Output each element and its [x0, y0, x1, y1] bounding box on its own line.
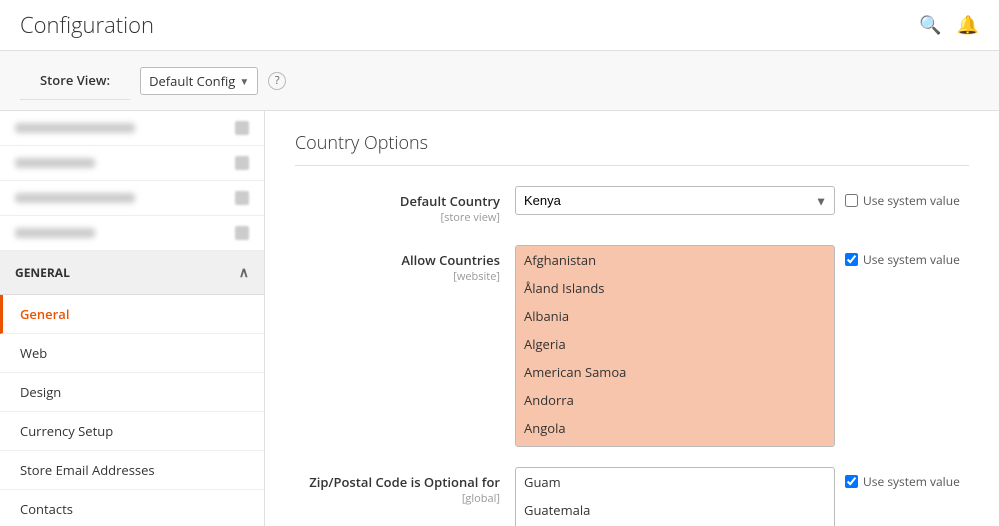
- blurred-text-4: [15, 228, 95, 238]
- allow-countries-label: Allow Countries: [295, 251, 500, 269]
- sidebar-item-contacts[interactable]: Contacts: [0, 490, 264, 526]
- allow-countries-use-system-label: Use system value: [863, 251, 960, 268]
- list-item[interactable]: Afghanistan: [516, 246, 834, 274]
- zip-optional-label: Zip/Postal Code is Optional for: [295, 473, 500, 491]
- zip-optional-label-group: Zip/Postal Code is Optional for [global]: [295, 467, 515, 506]
- blurred-icon-3: [235, 191, 249, 205]
- allow-countries-controls: Afghanistan Åland Islands Albania Algeri…: [515, 245, 969, 447]
- blurred-icon-2: [235, 156, 249, 170]
- list-item[interactable]: Angola: [516, 414, 834, 442]
- sidebar-section-label: GENERAL: [15, 264, 70, 281]
- list-item[interactable]: Guam: [516, 468, 834, 496]
- zip-optional-controls: Guam Guatemala Guernsey Guinea Guinea-Bi…: [515, 467, 969, 526]
- blurred-text-1: [15, 123, 135, 133]
- allow-countries-use-system-value[interactable]: Use system value: [845, 245, 960, 268]
- allow-countries-list-inner[interactable]: Afghanistan Åland Islands Albania Algeri…: [516, 246, 834, 446]
- sidebar-blurred-item-2: [0, 146, 264, 181]
- default-country-use-system-label: Use system value: [863, 192, 960, 209]
- page-title: Configuration: [20, 10, 154, 40]
- list-item[interactable]: Andorra: [516, 386, 834, 414]
- zip-optional-row: Zip/Postal Code is Optional for [global]…: [295, 467, 969, 526]
- blurred-text-2: [15, 158, 95, 168]
- allow-countries-sub-label: [website]: [295, 269, 500, 284]
- sidebar-item-general[interactable]: General: [0, 295, 264, 334]
- default-country-sub-label: [store view]: [295, 210, 500, 225]
- allow-countries-checkbox[interactable]: [845, 253, 858, 266]
- store-view-dropdown[interactable]: Default Config ▼: [140, 67, 258, 95]
- default-country-label: Default Country: [295, 192, 500, 210]
- allow-countries-multiselect: Afghanistan Åland Islands Albania Algeri…: [515, 245, 835, 447]
- content-area: Country Options Default Country [store v…: [265, 111, 999, 526]
- store-view-label: Store View:: [20, 61, 130, 100]
- list-item[interactable]: Guatemala: [516, 496, 834, 524]
- sidebar-item-design[interactable]: Design: [0, 373, 264, 412]
- list-item[interactable]: American Samoa: [516, 358, 834, 386]
- sidebar: GENERAL ∧ General Web Design Currency Se…: [0, 111, 265, 526]
- top-header: Configuration 🔍 🔔: [0, 0, 999, 51]
- search-icon[interactable]: 🔍: [919, 13, 941, 37]
- zip-optional-use-system-value[interactable]: Use system value: [845, 467, 960, 490]
- sidebar-blurred-item-3: [0, 181, 264, 216]
- section-title: Country Options: [295, 131, 969, 166]
- blurred-icon-4: [235, 226, 249, 240]
- default-country-use-system-value[interactable]: Use system value: [845, 186, 960, 209]
- default-country-checkbox[interactable]: [845, 194, 858, 207]
- zip-optional-dropdown[interactable]: Guam Guatemala Guernsey Guinea Guinea-Bi…: [515, 467, 835, 526]
- allow-countries-list[interactable]: Afghanistan Åland Islands Albania Algeri…: [515, 245, 835, 447]
- zip-optional-use-system-label: Use system value: [863, 473, 960, 490]
- list-item[interactable]: Åland Islands: [516, 274, 834, 302]
- list-item[interactable]: Algeria: [516, 330, 834, 358]
- blurred-text-3: [15, 193, 135, 203]
- default-country-select-wrapper: Kenya Afghanistan Albania United States …: [515, 186, 835, 215]
- default-country-select[interactable]: Kenya Afghanistan Albania United States: [515, 186, 835, 215]
- zip-optional-dropdown-inner[interactable]: Guam Guatemala Guernsey Guinea Guinea-Bi…: [516, 468, 834, 526]
- default-country-label-group: Default Country [store view]: [295, 186, 515, 225]
- sidebar-item-web[interactable]: Web: [0, 334, 264, 373]
- store-view-bar: Store View: Default Config ▼ ?: [0, 51, 999, 111]
- default-country-row: Default Country [store view] Kenya Afgha…: [295, 186, 969, 225]
- zip-optional-checkbox[interactable]: [845, 475, 858, 488]
- chevron-down-icon: ▼: [239, 74, 249, 88]
- list-item[interactable]: Albania: [516, 302, 834, 330]
- store-view-value: Default Config: [149, 72, 235, 90]
- bell-icon[interactable]: 🔔: [957, 13, 979, 37]
- sidebar-blurred-item-4: [0, 216, 264, 251]
- zip-optional-sub-label: [global]: [295, 491, 500, 506]
- allow-countries-label-group: Allow Countries [website]: [295, 245, 515, 284]
- chevron-up-icon: ∧: [239, 263, 249, 282]
- help-icon[interactable]: ?: [268, 72, 286, 90]
- sidebar-blurred-item-1: [0, 111, 264, 146]
- allow-countries-row: Allow Countries [website] Afghanistan Ål…: [295, 245, 969, 447]
- list-item[interactable]: Anguilla: [516, 442, 834, 446]
- sidebar-section-general[interactable]: GENERAL ∧: [0, 251, 264, 295]
- blurred-icon-1: [235, 121, 249, 135]
- header-icons: 🔍 🔔: [919, 13, 979, 37]
- sidebar-item-store-email-addresses[interactable]: Store Email Addresses: [0, 451, 264, 490]
- sidebar-item-currency-setup[interactable]: Currency Setup: [0, 412, 264, 451]
- main-layout: GENERAL ∧ General Web Design Currency Se…: [0, 111, 999, 526]
- default-country-controls: Kenya Afghanistan Albania United States …: [515, 186, 969, 215]
